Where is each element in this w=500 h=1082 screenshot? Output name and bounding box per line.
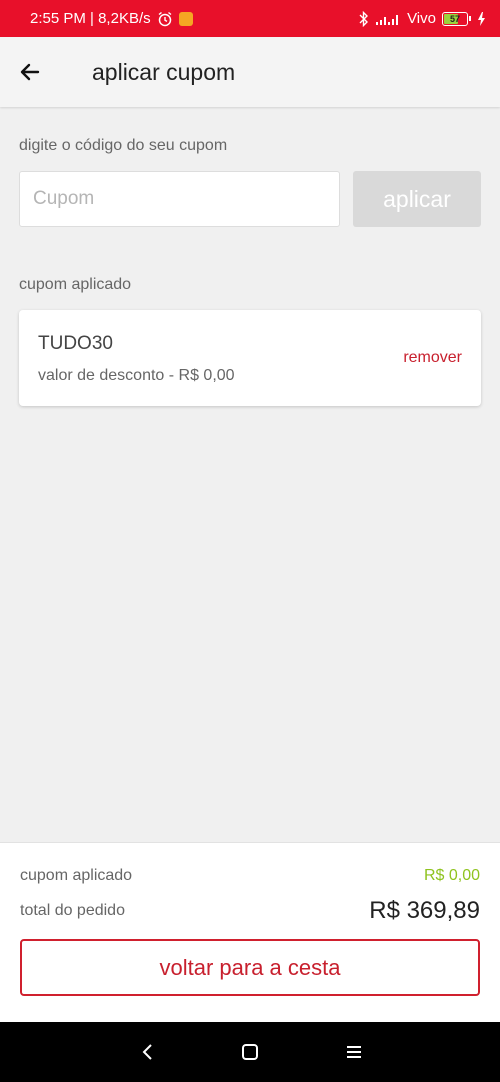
bluetooth-icon <box>359 10 369 27</box>
nav-home-button[interactable] <box>220 1022 280 1082</box>
summary-coupon-row: cupom aplicado R$ 0,00 <box>20 867 480 885</box>
summary-total-row: total do pedido R$ 369,89 <box>20 897 480 925</box>
app-notification-icon <box>178 11 193 26</box>
coupon-code: TUDO30 <box>38 333 113 354</box>
back-to-basket-button[interactable]: voltar para a cesta <box>20 939 480 996</box>
coupon-discount-value: valor de desconto - R$ 0,00 <box>38 367 235 384</box>
applied-coupon-section-label: cupom aplicado <box>19 276 132 293</box>
status-right: Vivo 57 <box>359 10 486 27</box>
remove-coupon-link[interactable]: remover <box>403 349 462 367</box>
battery-icon: 57 <box>442 11 471 26</box>
nav-menu-button[interactable] <box>324 1022 384 1082</box>
order-summary: cupom aplicado R$ 0,00 total do pedido R… <box>0 842 500 1023</box>
arrow-left-icon <box>20 63 40 81</box>
back-button[interactable] <box>0 37 60 107</box>
summary-total-value: R$ 369,89 <box>369 897 480 924</box>
app-bar: aplicar cupom <box>0 37 500 107</box>
status-left: 2:55 PM | 8,2KB/s <box>30 10 193 27</box>
square-home-icon <box>242 1044 258 1060</box>
page-title: aplicar cupom <box>92 58 236 85</box>
coupon-input[interactable] <box>19 171 340 227</box>
status-time-network: 2:55 PM | 8,2KB/s <box>30 10 151 27</box>
nav-back-button[interactable] <box>118 1022 178 1082</box>
coupon-code-label: digite o código do seu cupom <box>19 137 228 154</box>
system-nav-bar <box>0 1022 500 1082</box>
menu-icon <box>347 1046 361 1058</box>
apply-coupon-button[interactable]: aplicar <box>353 171 481 227</box>
chevron-left-icon <box>142 1044 152 1060</box>
signal-icon <box>376 14 399 25</box>
summary-total-label: total do pedido <box>20 902 125 919</box>
charging-icon <box>478 11 485 26</box>
status-bar: 2:55 PM | 8,2KB/s Vivo 57 <box>0 0 500 37</box>
applied-coupon-card: TUDO30 valor de desconto - R$ 0,00 remov… <box>19 310 481 406</box>
carrier-name: Vivo <box>407 10 436 27</box>
battery-level: 57 <box>449 13 460 24</box>
summary-coupon-label: cupom aplicado <box>20 867 133 884</box>
summary-coupon-value: R$ 0,00 <box>423 867 480 884</box>
alarm-icon <box>158 11 172 26</box>
